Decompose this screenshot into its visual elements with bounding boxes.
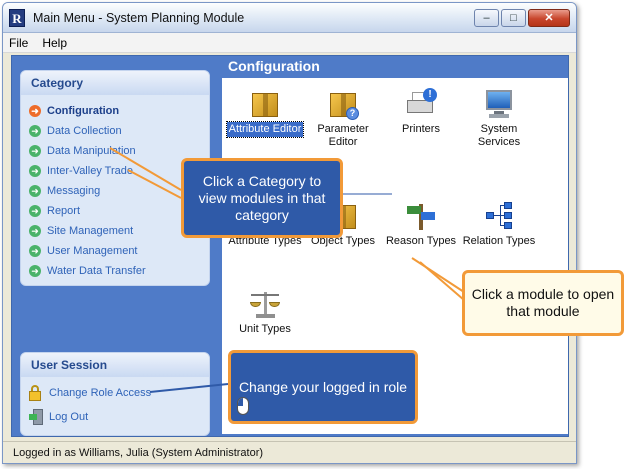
arrow-circle-icon: ➜ (29, 105, 41, 117)
callout-module: Click a module to open that module (462, 270, 624, 336)
module-label: Printers (402, 123, 440, 135)
category-item-data-manipulation[interactable]: ➜ Data Manipulation (29, 141, 209, 161)
user-session-panel: User Session Change Role Access Log Out (20, 352, 210, 436)
change-role-access-link[interactable]: Change Role Access (21, 381, 209, 405)
category-label: Report (47, 205, 81, 217)
lock-icon (29, 385, 41, 401)
package-help-icon: ? (327, 88, 359, 120)
category-item-data-collection[interactable]: ➜ Data Collection (29, 121, 209, 141)
session-item-label: Change Role Access (49, 387, 152, 399)
category-item-water-data-transfer[interactable]: ➜ Water Data Transfer (29, 261, 209, 281)
status-bar: Logged in as Williams, Julia (System Adm… (3, 441, 576, 463)
arrow-circle-icon: ➜ (29, 265, 41, 277)
callout-category: Click a Category to view modules in that… (181, 158, 343, 238)
module-attribute-editor[interactable]: Attribute Editor (225, 88, 305, 138)
scale-icon (249, 288, 281, 320)
category-label: Data Manipulation (47, 145, 136, 157)
relation-icon (483, 200, 515, 232)
menu-help[interactable]: Help (42, 36, 67, 50)
module-label: Attribute Editor (225, 121, 305, 138)
module-label: Unit Types (239, 323, 291, 335)
module-label: System Services (477, 123, 521, 148)
category-label: Data Collection (47, 125, 122, 137)
user-session-title: User Session (21, 353, 209, 377)
module-system-services[interactable]: System Services (460, 88, 538, 150)
monitor-icon (483, 88, 515, 120)
app-logo-icon: R (9, 8, 25, 27)
category-label: User Management (47, 245, 138, 257)
arrow-circle-icon: ➜ (29, 205, 41, 217)
category-label: Site Management (47, 225, 134, 237)
title-bar[interactable]: R Main Menu - System Planning Module – □… (3, 3, 576, 33)
log-out-link[interactable]: Log Out (21, 405, 209, 429)
session-item-label: Log Out (49, 411, 89, 423)
category-label: Configuration (47, 105, 120, 117)
module-unit-types[interactable]: Unit Types (226, 288, 304, 337)
menu-bar: File Help (3, 33, 576, 53)
arrow-circle-icon: ➜ (29, 245, 41, 257)
callout-role-text: Change your logged in role (238, 378, 408, 395)
module-printers[interactable]: ! Printers (382, 88, 460, 137)
category-item-user-management[interactable]: ➜ User Management (29, 241, 209, 261)
logout-icon (29, 409, 43, 425)
window-title: Main Menu - System Planning Module (33, 10, 245, 25)
mouse-icon (237, 397, 249, 415)
module-reason-types[interactable]: Reason Types (382, 200, 460, 249)
arrow-circle-icon: ➜ (29, 125, 41, 137)
module-label: Reason Types (385, 235, 457, 247)
maximize-button[interactable]: □ (501, 8, 526, 27)
arrow-circle-icon: ➜ (29, 225, 41, 237)
category-label: Messaging (47, 185, 101, 197)
category-panel-title: Category (21, 71, 209, 95)
callout-role: Change your logged in role (228, 350, 418, 424)
printer-icon: ! (405, 88, 437, 120)
module-label: Parameter Editor (317, 123, 369, 148)
signpost-icon (405, 200, 437, 232)
arrow-circle-icon: ➜ (29, 145, 41, 157)
module-parameter-editor[interactable]: ? Parameter Editor (304, 88, 382, 150)
close-button[interactable]: ✕ (528, 8, 570, 27)
package-icon (249, 88, 281, 120)
module-label: Relation Types (462, 235, 536, 247)
arrow-circle-icon: ➜ (29, 185, 41, 197)
menu-file[interactable]: File (9, 36, 28, 50)
minimize-button[interactable]: – (474, 8, 499, 27)
module-relation-types[interactable]: Relation Types (460, 200, 538, 249)
category-label: Water Data Transfer (47, 265, 146, 277)
section-title: Configuration (228, 58, 320, 74)
category-item-configuration[interactable]: ➜ Configuration (29, 101, 209, 121)
arrow-circle-icon: ➜ (29, 165, 41, 177)
category-label: Inter-Valley Trade (47, 165, 134, 177)
